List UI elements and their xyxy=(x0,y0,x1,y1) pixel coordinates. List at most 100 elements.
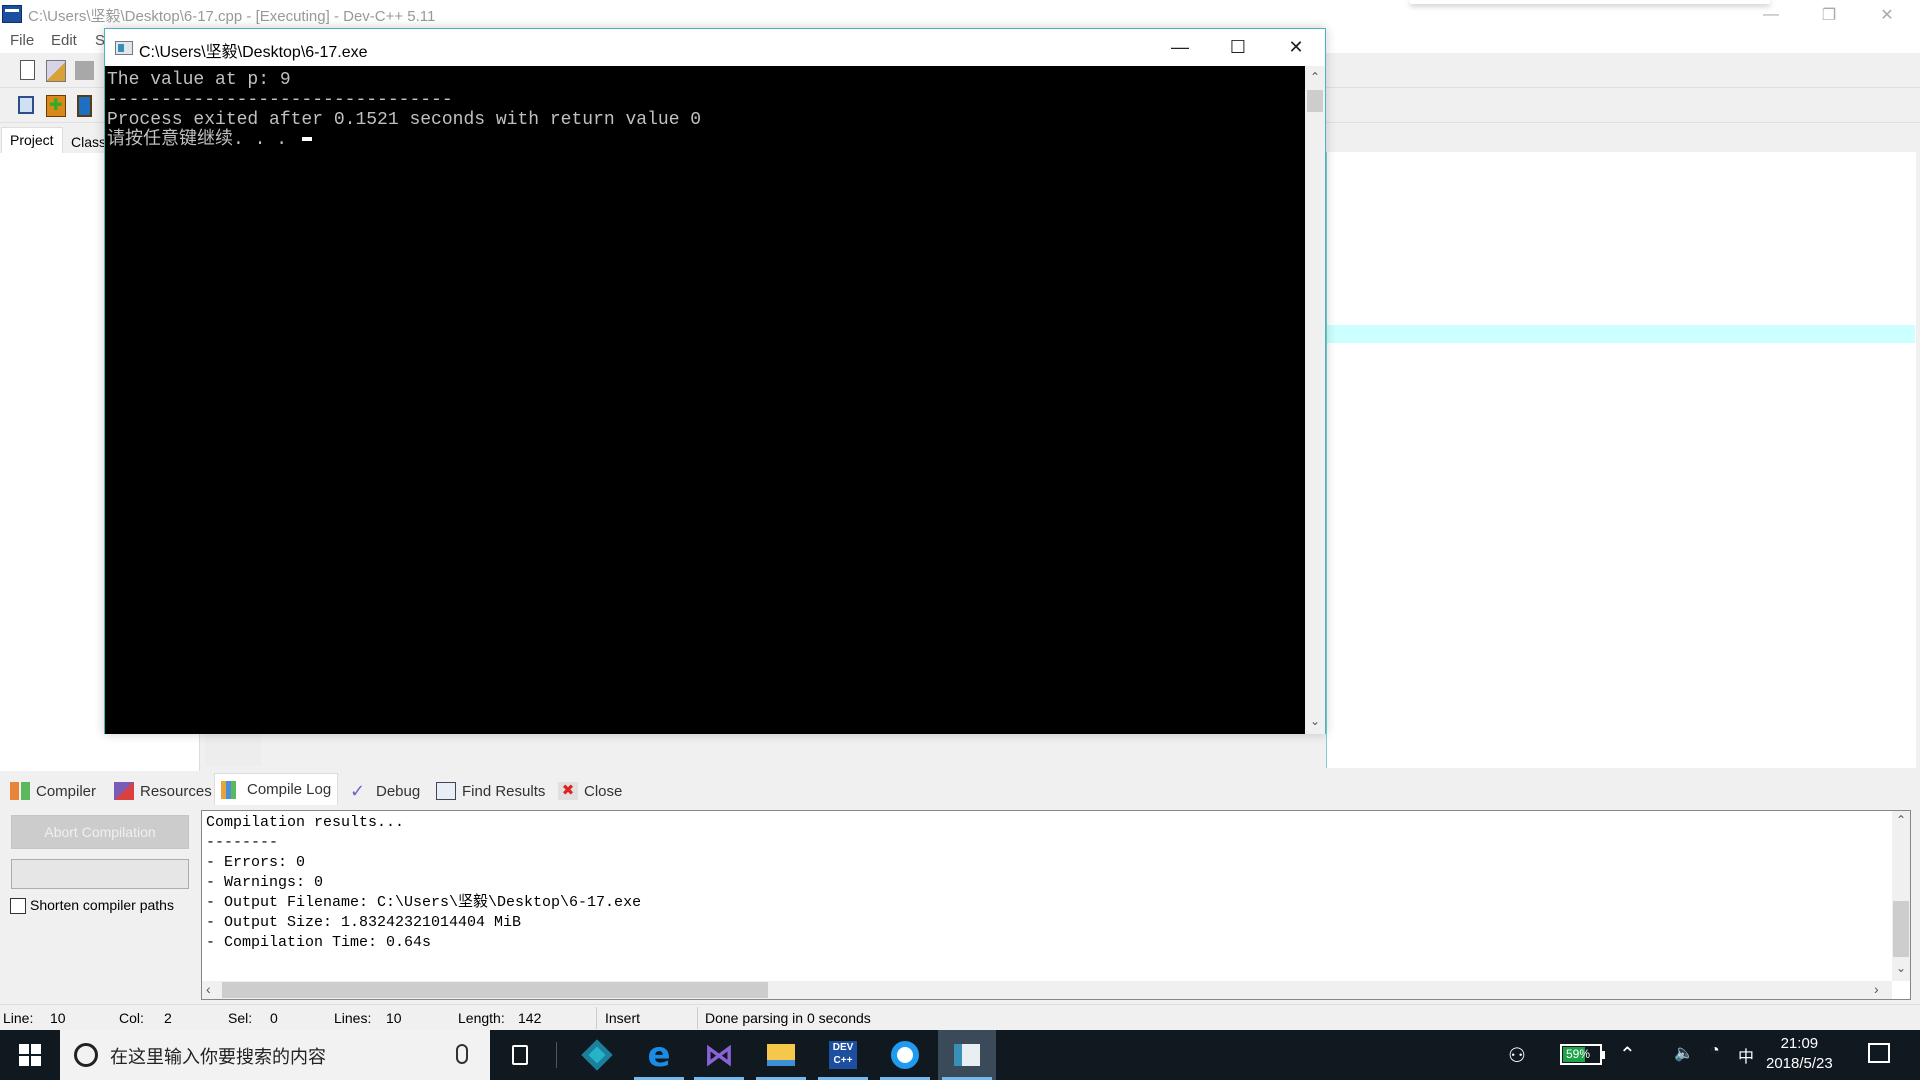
console-output[interactable]: The value at p: 9 ----------------------… xyxy=(105,66,1305,734)
menu-edit[interactable]: Edit xyxy=(51,32,77,49)
console-title: C:\Users\坚毅\Desktop\6-17.exe xyxy=(139,44,368,61)
console-line: 请按任意键继续. . . xyxy=(107,130,1303,150)
log-scroll-left-icon[interactable]: ‹ xyxy=(206,981,211,997)
tab-close[interactable]: ✖ Close xyxy=(552,777,628,805)
devcpp-app-icon xyxy=(2,5,22,23)
main-restore-button[interactable]: ❐ xyxy=(1806,0,1852,29)
task-view-icon xyxy=(512,1045,528,1065)
tab-find-results[interactable]: Find Results xyxy=(430,777,551,805)
ime-indicator[interactable]: 中 xyxy=(1738,1043,1754,1067)
taskbar-file-explorer[interactable] xyxy=(752,1030,810,1080)
log-line: - Compilation Time: 0.64s xyxy=(206,934,432,951)
status-lines-value: 10 xyxy=(386,1010,402,1026)
tab-resources-label: Resources xyxy=(140,782,212,800)
status-length-label: Length: xyxy=(458,1010,505,1026)
log-line: - Output Filename: C:\Users\坚毅\Desktop\6… xyxy=(206,894,642,911)
code-editor[interactable] xyxy=(1326,152,1916,768)
taskbar-app-1[interactable] xyxy=(568,1030,626,1080)
tab-compile-log[interactable]: Compile Log xyxy=(214,773,339,805)
status-bar: Line: 10 Col: 2 Sel: 0 Lines: 10 Length:… xyxy=(0,1004,1920,1030)
log-line: - Errors: 0 xyxy=(206,854,306,871)
show-hidden-icons-icon[interactable]: ⌃ xyxy=(1619,1042,1636,1067)
task-view-button[interactable] xyxy=(491,1030,549,1080)
search-placeholder: 在这里输入你要搜索的内容 xyxy=(110,1047,326,1067)
main-minimize-button[interactable]: — xyxy=(1748,0,1794,29)
taskbar-devcpp[interactable]: DEV C++ xyxy=(814,1030,872,1080)
wifi-icon[interactable]: ◔ xyxy=(1710,1042,1720,1060)
tab-compiler-label: Compiler xyxy=(36,782,97,800)
console-close-button[interactable]: ✕ xyxy=(1267,29,1325,66)
console-cursor xyxy=(301,137,312,142)
project-tabs: Project Class xyxy=(0,123,110,153)
tab-project[interactable]: Project xyxy=(1,127,63,153)
new-file-icon[interactable] xyxy=(20,60,35,80)
log-hscroll-thumb[interactable] xyxy=(222,982,768,998)
start-button[interactable] xyxy=(0,1030,60,1080)
people-icon[interactable]: ⚇ xyxy=(1508,1043,1526,1068)
taskbar-clock[interactable]: 21:09 2018/5/23 xyxy=(1766,1034,1833,1074)
log-line: - Warnings: 0 xyxy=(206,874,324,891)
scroll-up-arrow-icon[interactable]: ⌃ xyxy=(1305,70,1325,84)
log-line: -------- xyxy=(206,834,279,851)
shorten-paths-label[interactable]: Shorten compiler paths xyxy=(30,897,174,913)
taskbar-search-box[interactable]: 在这里输入你要搜索的内容 xyxy=(60,1030,490,1080)
compilation-progress-bar xyxy=(11,859,189,889)
compile-log-text: Compilation results... -------- - Errors… xyxy=(206,813,641,953)
battery-indicator[interactable]: 59% xyxy=(1560,1044,1605,1065)
console-titlebar[interactable]: C:\Users\坚毅\Desktop\6-17.exe — ☐ ✕ xyxy=(105,29,1325,66)
console-vertical-scrollbar[interactable]: ⌃ ⌄ xyxy=(1305,66,1325,734)
console-maximize-button[interactable]: ☐ xyxy=(1209,29,1267,66)
taskbar-divider xyxy=(556,1042,557,1068)
status-length-value: 142 xyxy=(518,1010,542,1026)
status-divider xyxy=(596,1007,597,1029)
abort-compilation-button[interactable]: Abort Compilation xyxy=(11,815,189,849)
tab-find-results-label: Find Results xyxy=(462,782,546,800)
remove-from-project-icon[interactable] xyxy=(77,95,92,117)
cortana-icon xyxy=(74,1043,98,1067)
log-horizontal-scrollbar[interactable]: ‹ › xyxy=(202,981,1892,999)
current-line-highlight xyxy=(1327,325,1915,343)
log-vscroll-thumb[interactable] xyxy=(1893,901,1909,957)
microphone-icon[interactable] xyxy=(456,1044,468,1064)
devcpp-icon: DEV C++ xyxy=(829,1041,857,1069)
qq-browser-icon xyxy=(891,1041,919,1069)
taskbar-visual-studio[interactable]: ⋈ xyxy=(690,1030,748,1080)
save-file-icon[interactable] xyxy=(75,61,94,80)
close-panel-icon: ✖ xyxy=(558,782,578,800)
log-scroll-down-icon[interactable]: ⌄ xyxy=(1892,961,1910,975)
tab-compile-log-label: Compile Log xyxy=(247,781,332,798)
console-scroll-thumb[interactable] xyxy=(1307,90,1323,112)
add-to-project-icon[interactable]: ✚ xyxy=(46,95,66,117)
scroll-down-arrow-icon[interactable]: ⌄ xyxy=(1305,714,1325,728)
status-col-label: Col: xyxy=(119,1010,144,1026)
taskbar-console[interactable] xyxy=(938,1030,996,1080)
open-file-icon[interactable] xyxy=(46,60,66,82)
log-scroll-up-icon[interactable]: ⌃ xyxy=(1892,813,1910,827)
menu-file[interactable]: File xyxy=(10,32,34,49)
action-center-icon[interactable] xyxy=(1868,1043,1890,1063)
console-window[interactable]: C:\Users\坚毅\Desktop\6-17.exe — ☐ ✕ The v… xyxy=(104,28,1326,734)
taskbar-edge[interactable]: e xyxy=(630,1030,688,1080)
tab-debug[interactable]: ✓ Debug xyxy=(344,777,426,805)
console-minimize-button[interactable]: — xyxy=(1151,29,1209,66)
status-line-label: Line: xyxy=(3,1010,34,1026)
status-divider xyxy=(697,1007,698,1029)
tab-resources[interactable]: Resources xyxy=(108,777,218,805)
shorten-paths-checkbox[interactable] xyxy=(10,898,26,914)
volume-icon[interactable]: 🔈 xyxy=(1674,1043,1694,1063)
main-window-titlebar: C:\Users\坚毅\Desktop\6-17.cpp - [Executin… xyxy=(0,0,1920,29)
log-line: - Output Size: 1.83242321014404 MiB xyxy=(206,914,522,931)
compile-log-icon xyxy=(221,780,241,799)
clock-date: 2018/5/23 xyxy=(1766,1055,1833,1072)
log-vertical-scrollbar[interactable]: ⌃ ⌄ xyxy=(1892,811,1910,981)
new-project-icon[interactable] xyxy=(18,96,34,114)
compile-log-output[interactable]: Compilation results... -------- - Errors… xyxy=(201,810,1911,1000)
taskbar-qq-browser[interactable] xyxy=(876,1030,934,1080)
tab-compiler[interactable]: Compiler xyxy=(4,777,102,805)
tab-close-label: Close xyxy=(584,782,623,800)
log-scroll-right-icon[interactable]: › xyxy=(1874,981,1879,997)
tab-debug-label: Debug xyxy=(376,782,421,800)
status-sel-label: Sel: xyxy=(228,1010,253,1026)
main-close-button[interactable]: ✕ xyxy=(1864,0,1910,29)
status-insert-mode: Insert xyxy=(605,1010,641,1026)
